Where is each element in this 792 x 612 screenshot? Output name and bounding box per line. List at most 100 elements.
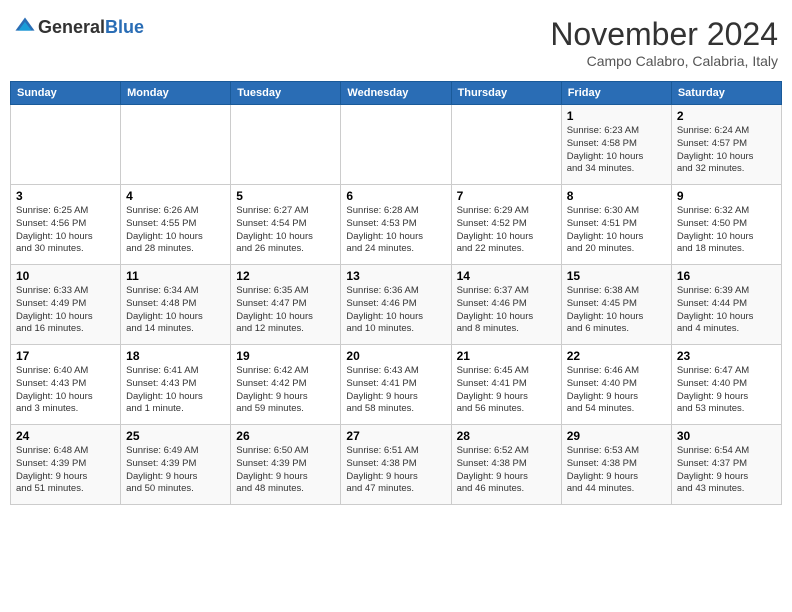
day-number: 28 (457, 429, 556, 443)
calendar-table: SundayMondayTuesdayWednesdayThursdayFrid… (10, 81, 782, 505)
day-number: 1 (567, 109, 666, 123)
calendar-cell (231, 105, 341, 185)
day-info: Sunrise: 6:36 AMSunset: 4:46 PMDaylight:… (346, 285, 445, 336)
calendar-cell: 18 Sunrise: 6:41 AMSunset: 4:43 PMDayligh… (121, 345, 231, 425)
calendar-cell: 2 Sunrise: 6:24 AMSunset: 4:57 PMDaylight… (671, 105, 781, 185)
header-area: GeneralBlue November 2024 Campo Calabro,… (10, 10, 782, 75)
day-number: 27 (346, 429, 445, 443)
day-number: 8 (567, 189, 666, 203)
calendar-cell (11, 105, 121, 185)
calendar-cell: 27 Sunrise: 6:51 AMSunset: 4:38 PMDayligh… (341, 425, 451, 505)
day-number: 17 (16, 349, 115, 363)
day-info: Sunrise: 6:40 AMSunset: 4:43 PMDaylight:… (16, 365, 115, 416)
day-number: 10 (16, 269, 115, 283)
day-number: 12 (236, 269, 335, 283)
day-info: Sunrise: 6:42 AMSunset: 4:42 PMDaylight:… (236, 365, 335, 416)
day-number: 15 (567, 269, 666, 283)
day-info: Sunrise: 6:48 AMSunset: 4:39 PMDaylight:… (16, 445, 115, 496)
day-info: Sunrise: 6:37 AMSunset: 4:46 PMDaylight:… (457, 285, 556, 336)
day-number: 23 (677, 349, 776, 363)
day-info: Sunrise: 6:35 AMSunset: 4:47 PMDaylight:… (236, 285, 335, 336)
day-info: Sunrise: 6:28 AMSunset: 4:53 PMDaylight:… (346, 205, 445, 256)
day-info: Sunrise: 6:41 AMSunset: 4:43 PMDaylight:… (126, 365, 225, 416)
day-info: Sunrise: 6:33 AMSunset: 4:49 PMDaylight:… (16, 285, 115, 336)
calendar-cell: 29 Sunrise: 6:53 AMSunset: 4:38 PMDayligh… (561, 425, 671, 505)
calendar-cell: 11Sunrise: 6:34 AMSunset: 4:48 PMDayligh… (121, 265, 231, 345)
day-info: Sunrise: 6:32 AMSunset: 4:50 PMDaylight:… (677, 205, 776, 256)
day-number: 2 (677, 109, 776, 123)
day-info: Sunrise: 6:25 AMSunset: 4:56 PMDaylight:… (16, 205, 115, 256)
day-number: 6 (346, 189, 445, 203)
day-number: 22 (567, 349, 666, 363)
calendar-cell: 22 Sunrise: 6:46 AMSunset: 4:40 PMDayligh… (561, 345, 671, 425)
day-info: Sunrise: 6:50 AMSunset: 4:39 PMDaylight:… (236, 445, 335, 496)
day-info: Sunrise: 6:51 AMSunset: 4:38 PMDaylight:… (346, 445, 445, 496)
day-number: 24 (16, 429, 115, 443)
title-area: November 2024 Campo Calabro, Calabria, I… (550, 16, 778, 69)
calendar-cell: 1Sunrise: 6:23 AMSunset: 4:58 PMDaylight… (561, 105, 671, 185)
day-number: 11 (126, 269, 225, 283)
day-number: 25 (126, 429, 225, 443)
month-title: November 2024 (550, 16, 778, 53)
day-number: 13 (346, 269, 445, 283)
day-number: 29 (567, 429, 666, 443)
day-of-week-header: Saturday (671, 82, 781, 105)
day-info: Sunrise: 6:53 AMSunset: 4:38 PMDaylight:… (567, 445, 666, 496)
calendar-cell: 25 Sunrise: 6:49 AMSunset: 4:39 PMDayligh… (121, 425, 231, 505)
calendar-cell: 3 Sunrise: 6:25 AMSunset: 4:56 PMDaylight… (11, 185, 121, 265)
calendar-cell: 26 Sunrise: 6:50 AMSunset: 4:39 PMDayligh… (231, 425, 341, 505)
calendar-cell: 9Sunrise: 6:32 AMSunset: 4:50 PMDaylight… (671, 185, 781, 265)
day-number: 4 (126, 189, 225, 203)
day-info: Sunrise: 6:49 AMSunset: 4:39 PMDaylight:… (126, 445, 225, 496)
day-number: 16 (677, 269, 776, 283)
day-info: Sunrise: 6:30 AMSunset: 4:51 PMDaylight:… (567, 205, 666, 256)
calendar-cell: 21Sunrise: 6:45 AMSunset: 4:41 PMDayligh… (451, 345, 561, 425)
calendar-cell: 8 Sunrise: 6:30 AMSunset: 4:51 PMDaylight… (561, 185, 671, 265)
day-info: Sunrise: 6:29 AMSunset: 4:52 PMDaylight:… (457, 205, 556, 256)
day-info: Sunrise: 6:46 AMSunset: 4:40 PMDaylight:… (567, 365, 666, 416)
day-number: 5 (236, 189, 335, 203)
logo-general: General (38, 17, 105, 37)
location-title: Campo Calabro, Calabria, Italy (550, 53, 778, 69)
day-number: 3 (16, 189, 115, 203)
day-number: 7 (457, 189, 556, 203)
day-of-week-header: Wednesday (341, 82, 451, 105)
calendar-week-row: 3 Sunrise: 6:25 AMSunset: 4:56 PMDaylight… (11, 185, 782, 265)
calendar-week-row: 17 Sunrise: 6:40 AMSunset: 4:43 PMDayligh… (11, 345, 782, 425)
calendar-cell (451, 105, 561, 185)
day-of-week-header: Tuesday (231, 82, 341, 105)
calendar-week-row: 1Sunrise: 6:23 AMSunset: 4:58 PMDaylight… (11, 105, 782, 185)
calendar-cell: 16Sunrise: 6:39 AMSunset: 4:44 PMDayligh… (671, 265, 781, 345)
day-info: Sunrise: 6:24 AMSunset: 4:57 PMDaylight:… (677, 125, 776, 176)
calendar-cell: 12 Sunrise: 6:35 AMSunset: 4:47 PMDayligh… (231, 265, 341, 345)
calendar-cell: 14 Sunrise: 6:37 AMSunset: 4:46 PMDayligh… (451, 265, 561, 345)
day-info: Sunrise: 6:45 AMSunset: 4:41 PMDaylight:… (457, 365, 556, 416)
calendar-cell: 15 Sunrise: 6:38 AMSunset: 4:45 PMDayligh… (561, 265, 671, 345)
calendar-cell: 19 Sunrise: 6:42 AMSunset: 4:42 PMDayligh… (231, 345, 341, 425)
day-number: 18 (126, 349, 225, 363)
day-info: Sunrise: 6:26 AMSunset: 4:55 PMDaylight:… (126, 205, 225, 256)
calendar-body: 1Sunrise: 6:23 AMSunset: 4:58 PMDaylight… (11, 105, 782, 505)
day-info: Sunrise: 6:38 AMSunset: 4:45 PMDaylight:… (567, 285, 666, 336)
calendar-cell: 5Sunrise: 6:27 AMSunset: 4:54 PMDaylight… (231, 185, 341, 265)
calendar-header-row: SundayMondayTuesdayWednesdayThursdayFrid… (11, 82, 782, 105)
day-info: Sunrise: 6:47 AMSunset: 4:40 PMDaylight:… (677, 365, 776, 416)
day-info: Sunrise: 6:54 AMSunset: 4:37 PMDaylight:… (677, 445, 776, 496)
calendar-week-row: 10 Sunrise: 6:33 AMSunset: 4:49 PMDayligh… (11, 265, 782, 345)
day-of-week-header: Sunday (11, 82, 121, 105)
day-info: Sunrise: 6:52 AMSunset: 4:38 PMDaylight:… (457, 445, 556, 496)
calendar-week-row: 24 Sunrise: 6:48 AMSunset: 4:39 PMDayligh… (11, 425, 782, 505)
day-number: 14 (457, 269, 556, 283)
day-of-week-header: Monday (121, 82, 231, 105)
day-info: Sunrise: 6:43 AMSunset: 4:41 PMDaylight:… (346, 365, 445, 416)
day-number: 30 (677, 429, 776, 443)
calendar-cell: 6 Sunrise: 6:28 AMSunset: 4:53 PMDaylight… (341, 185, 451, 265)
day-of-week-header: Thursday (451, 82, 561, 105)
logo-icon (14, 16, 36, 38)
calendar-cell: 17 Sunrise: 6:40 AMSunset: 4:43 PMDayligh… (11, 345, 121, 425)
day-number: 20 (346, 349, 445, 363)
day-number: 19 (236, 349, 335, 363)
day-number: 26 (236, 429, 335, 443)
calendar-cell: 4 Sunrise: 6:26 AMSunset: 4:55 PMDaylight… (121, 185, 231, 265)
calendar-cell: 23 Sunrise: 6:47 AMSunset: 4:40 PMDayligh… (671, 345, 781, 425)
